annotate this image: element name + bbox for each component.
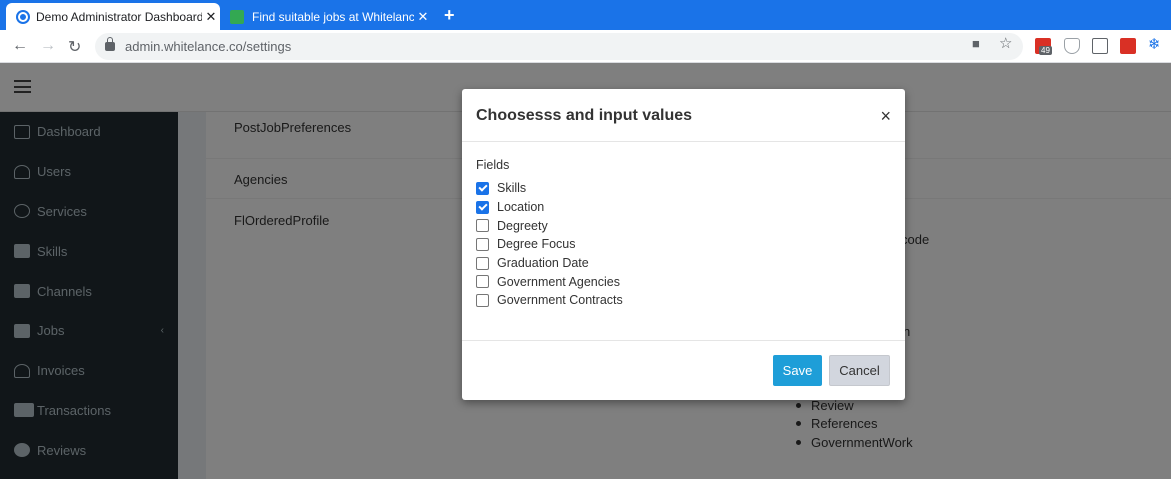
tab-find-jobs[interactable]: Find suitable jobs at Whitelance. ✕ [222,3,432,30]
modal-header: Choosesss and input values × [462,89,905,142]
close-tab-icon[interactable]: ✕ [202,9,220,25]
url-text: admin.whitelance.co/settings [125,39,292,54]
field-label: Government Contracts [497,293,623,308]
bookmark-star-icon[interactable]: ☆ [999,34,1012,52]
fields-modal: Choosesss and input values × Fields Skil… [462,89,905,400]
new-tab-icon[interactable]: + [444,5,455,26]
field-option-skills[interactable]: Skills [476,179,891,198]
field-option-government-contracts[interactable]: Government Contracts [476,291,891,310]
tab-title: Find suitable jobs at Whitelance. [252,9,414,24]
browser-tab-strip: Demo Administrator Dashboard ✕ Find suit… [0,0,1171,30]
snowflake-icon[interactable]: ❄ [1148,35,1164,53]
field-option-degreety[interactable]: Degreety [476,216,891,235]
address-bar[interactable]: admin.whitelance.co/settings [95,33,1023,60]
field-option-graduation-date[interactable]: Graduation Date [476,254,891,273]
field-label: Location [497,200,545,215]
field-label: Degree Focus [497,237,576,252]
extension-badge: 49 [1039,46,1052,55]
field-label: Degreety [497,218,548,233]
back-icon[interactable]: ← [12,37,28,55]
shield-icon[interactable] [1064,38,1080,54]
save-button[interactable]: Save [773,355,822,386]
checkbox[interactable] [476,200,489,214]
field-label: Skills [497,181,527,196]
modal-body: Fields Skills Location Degreety Degree F… [462,142,905,341]
extension-calendar-icon[interactable]: 49 [1035,38,1052,55]
close-icon[interactable]: × [880,106,891,127]
checkbox[interactable] [476,275,489,289]
whitelance-favicon-icon [230,9,244,24]
tab-admin-dashboard[interactable]: Demo Administrator Dashboard ✕ [6,3,220,30]
cancel-button[interactable]: Cancel [829,355,890,386]
modal-footer: Save Cancel [462,341,905,399]
field-label: Government Agencies [497,274,620,289]
modal-title: Choosesss and input values [476,107,693,124]
forward-icon[interactable]: → [40,37,56,55]
field-option-degree-focus[interactable]: Degree Focus [476,235,891,254]
field-label: Graduation Date [497,256,589,271]
tab-title: Demo Administrator Dashboard [36,9,202,24]
field-option-location[interactable]: Location [476,198,891,217]
field-option-government-agencies[interactable]: Government Agencies [476,272,891,291]
checkbox[interactable] [476,256,489,270]
pdf-extension-icon[interactable] [1120,38,1136,54]
fields-label: Fields [476,158,510,172]
lock-icon [105,37,115,51]
checkbox[interactable] [476,293,489,307]
checkbox[interactable] [476,181,489,195]
checkbox[interactable] [476,237,489,251]
checkbox[interactable] [476,219,489,233]
browser-toolbar: ← → ↻ admin.whitelance.co/settings ■ ☆ 4… [0,30,1171,63]
chrome-tab-favicon-icon [18,11,28,22]
screenshot-icon[interactable] [1092,38,1108,54]
close-tab-icon[interactable]: ✕ [414,9,432,25]
reload-icon[interactable]: ↻ [68,37,81,57]
camera-icon[interactable]: ■ [972,36,980,51]
